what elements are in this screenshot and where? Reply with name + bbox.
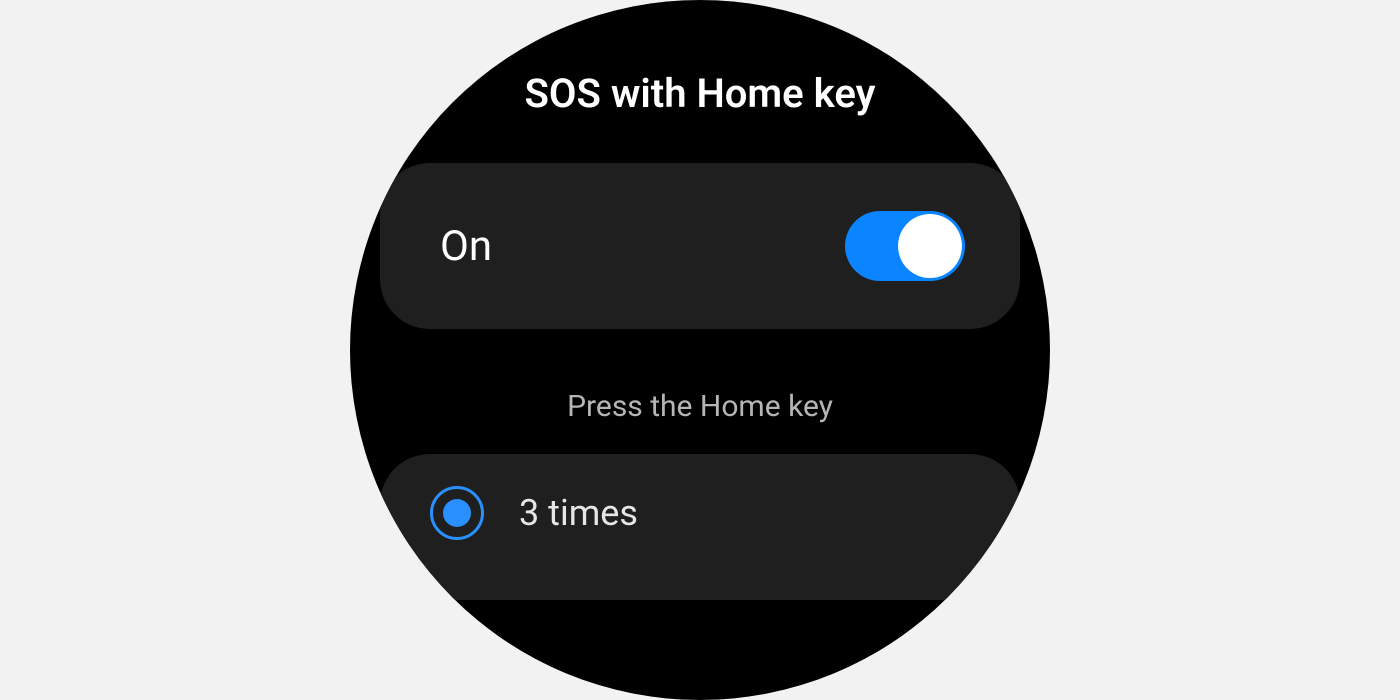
sos-toggle-row[interactable]: On xyxy=(380,163,1020,329)
option-3-times[interactable]: 3 times xyxy=(380,454,1020,600)
settings-screen: SOS with Home key On Press the Home key … xyxy=(350,0,1050,600)
option-label: 3 times xyxy=(519,492,638,534)
toggle-switch[interactable] xyxy=(845,211,965,281)
toggle-knob xyxy=(898,214,962,278)
page-title: SOS with Home key xyxy=(490,70,910,118)
radio-selected-dot xyxy=(443,499,471,527)
toggle-state-label: On xyxy=(440,222,492,271)
section-header: Press the Home key xyxy=(350,389,1050,424)
watch-face: SOS with Home key On Press the Home key … xyxy=(350,0,1050,700)
radio-icon xyxy=(430,486,484,540)
